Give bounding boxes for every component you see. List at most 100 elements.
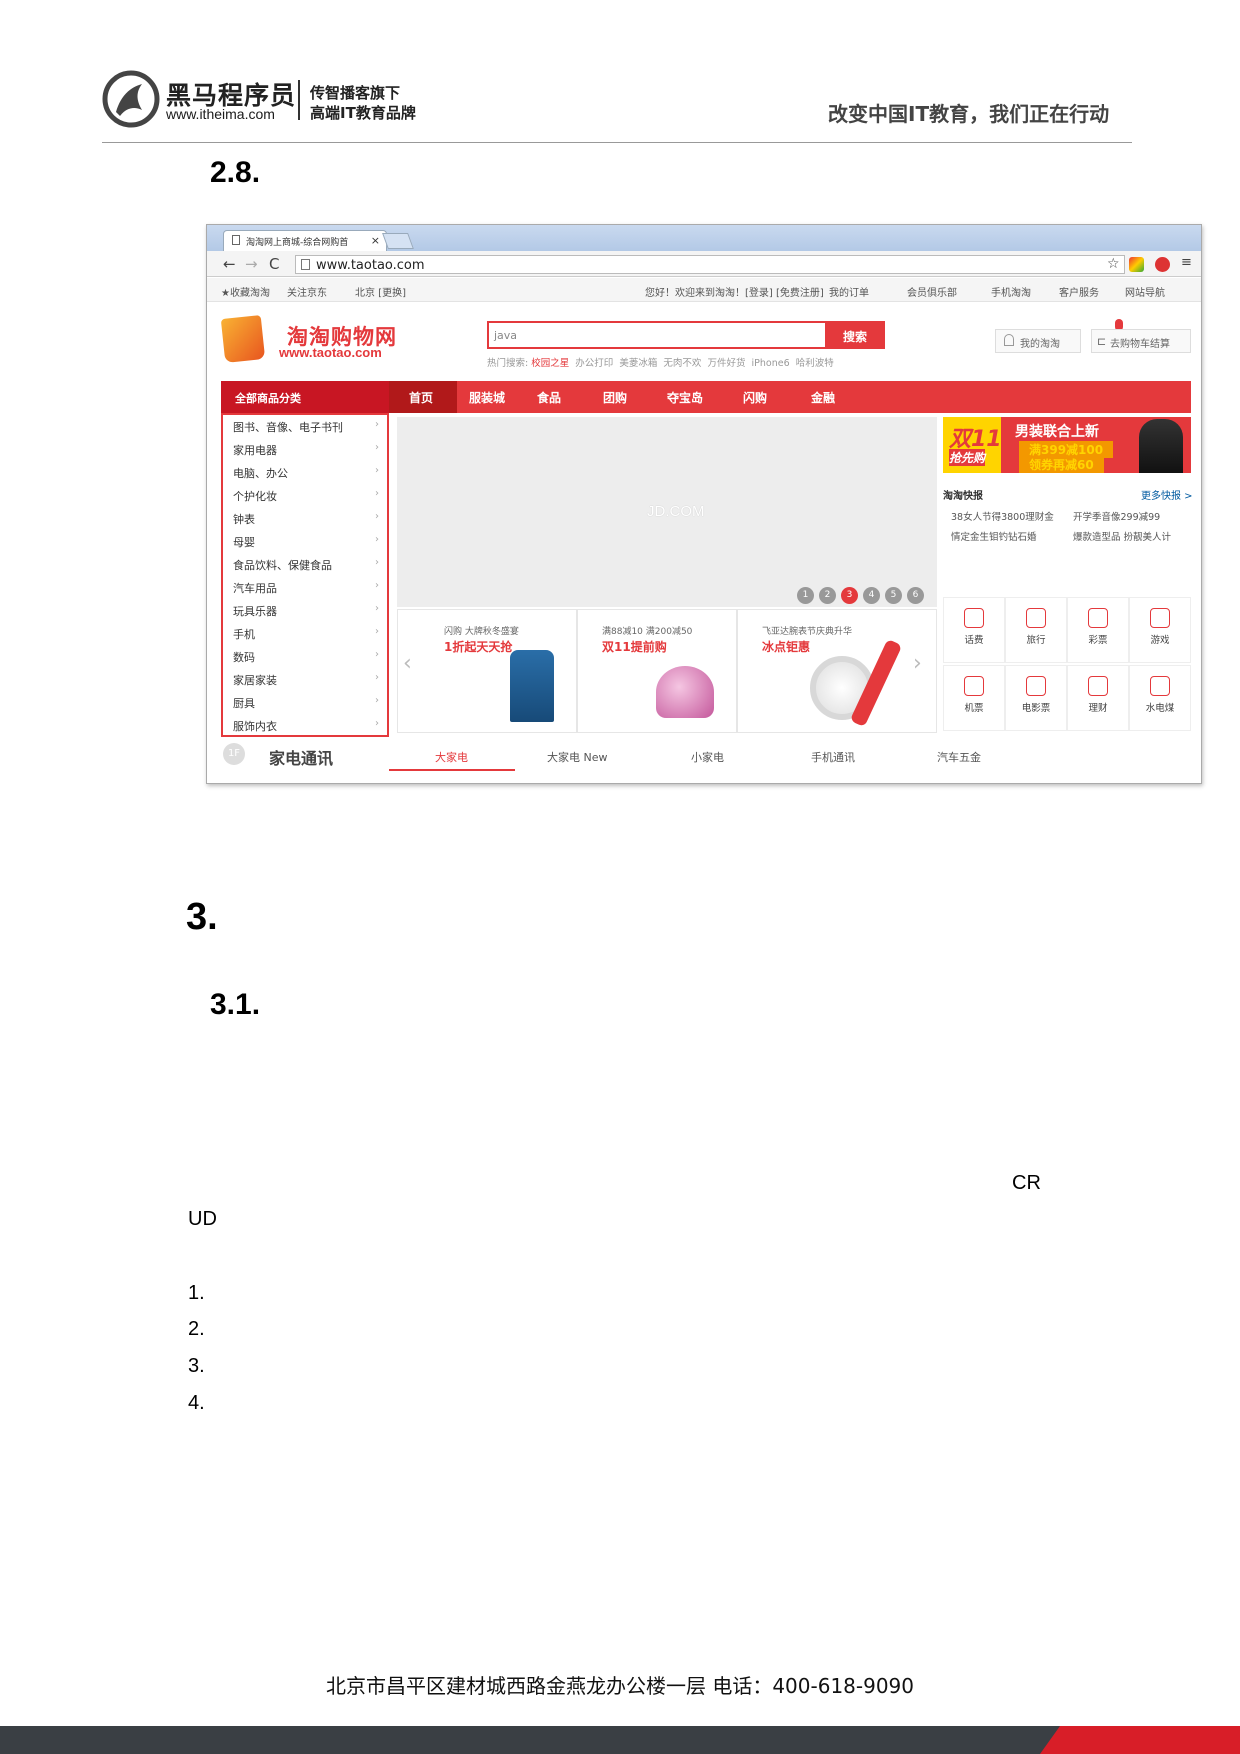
floor-tab[interactable]: 手机通讯	[811, 749, 855, 765]
banner-left-small: 抢先购	[949, 449, 986, 466]
news-item[interactable]: 38女人节得3800理财金	[951, 509, 1054, 523]
promo-card[interactable]: 满88减10 满200减50 双11提前购	[577, 609, 737, 733]
orders-link[interactable]: 我的订单	[829, 284, 869, 299]
service-item[interactable]: 电影票	[1005, 665, 1067, 731]
paragraph-fragment: UD	[188, 1208, 217, 1230]
nav-item[interactable]: 闪购	[743, 389, 767, 406]
nav-item[interactable]: 食品	[537, 389, 561, 406]
category-label: 个护化妆	[233, 490, 277, 503]
club-link[interactable]: 会员俱乐部	[907, 284, 957, 299]
service-item[interactable]: 彩票	[1067, 597, 1129, 663]
service-item[interactable]: 机票	[943, 665, 1005, 731]
search-button[interactable]: 搜索	[825, 321, 885, 349]
hot-word[interactable]: 哈利波特	[796, 358, 834, 369]
chevron-right-icon: ›	[375, 580, 379, 591]
nav-item[interactable]: 夺宝岛	[667, 389, 703, 406]
list-item-number: 4.	[188, 1392, 205, 1414]
category-label: 汽车用品	[233, 582, 277, 595]
chevron-left-icon[interactable]: ‹	[403, 651, 412, 676]
floor-tab[interactable]: 汽车五金	[937, 749, 981, 765]
url-input[interactable]: www.taotao.com	[295, 255, 1125, 274]
news-item[interactable]: 爆款造型品 扮靓美人计	[1073, 529, 1171, 543]
cart-button[interactable]: ⊏ 去购物车结算	[1091, 329, 1191, 353]
slider-dot[interactable]: 1	[797, 587, 814, 604]
chevron-right-icon: ›	[375, 488, 379, 499]
nav-item[interactable]: 首页	[409, 389, 433, 406]
hot-word[interactable]: 万件好货	[707, 358, 745, 369]
hot-word[interactable]: iPhone6	[752, 358, 790, 369]
floor-tab[interactable]: 大家电 New	[547, 749, 608, 765]
menu-icon[interactable]: ≡	[1181, 255, 1192, 270]
coin-icon	[1150, 676, 1170, 696]
extension-icon[interactable]	[1155, 257, 1170, 272]
page-icon	[301, 259, 310, 270]
chevron-right-icon: ›	[375, 672, 379, 683]
news-more-link[interactable]: 更多快报 >	[1141, 487, 1193, 502]
promo-card[interactable]: 飞亚达腕表节庆典升华 冰点钜惠	[737, 609, 937, 733]
extension-icon[interactable]	[1129, 257, 1144, 272]
news-item[interactable]: 情定金生钼钓钻石婚	[951, 529, 1037, 543]
news-item[interactable]: 开学季音像299减99	[1073, 509, 1160, 523]
promo-card[interactable]: 闪购 大牌秋冬盛宴 1折起天天抢	[397, 609, 577, 733]
chevron-right-icon: ›	[375, 626, 379, 637]
footer-accent	[1040, 1726, 1240, 1754]
hot-word[interactable]: 校园之星	[531, 358, 569, 369]
url-text: www.taotao.com	[316, 258, 425, 273]
tab-close-icon[interactable]: ×	[371, 234, 380, 247]
service-label: 旅行	[1026, 635, 1046, 646]
brand-url: www.itheima.com	[166, 106, 275, 122]
chevron-right-icon: ›	[375, 442, 379, 453]
service-link[interactable]: 客户服务	[1059, 284, 1099, 299]
nav-item[interactable]: 金融	[811, 389, 835, 406]
slider-dot[interactable]: 6	[907, 587, 924, 604]
category-label: 家居家装	[233, 674, 277, 687]
service-label: 理财	[1088, 703, 1108, 714]
model-image	[1139, 419, 1183, 473]
taotao-screenshot: 淘淘网上商城-综合网购首 × ← → C www.taotao.com ☆ ≡ …	[206, 224, 1202, 784]
mobile-link[interactable]: 手机淘淘	[991, 284, 1031, 299]
welcome-text[interactable]: 您好！欢迎来到淘淘！[登录] [免费注册]	[645, 284, 824, 299]
service-item[interactable]: 水电煤	[1129, 665, 1191, 731]
follow-link[interactable]: 关注京东	[287, 284, 327, 299]
back-icon[interactable]: ←	[223, 255, 236, 273]
slider-dot[interactable]: 2	[819, 587, 836, 604]
hot-word[interactable]: 美菱冰箱	[619, 358, 657, 369]
search-input[interactable]: java	[487, 321, 827, 349]
hot-word[interactable]: 无肉不欢	[663, 358, 701, 369]
reload-icon[interactable]: C	[269, 255, 279, 273]
star-icon[interactable]: ☆	[1107, 256, 1120, 272]
browser-tab[interactable]: 淘淘网上商城-综合网购首 ×	[223, 230, 387, 251]
service-item[interactable]: 游戏	[1129, 597, 1191, 663]
floor-tab[interactable]: 大家电	[435, 749, 468, 765]
my-account-button[interactable]: 我的淘淘	[995, 329, 1081, 353]
category-list: 图书、音像、电子书刊 › 家用电器 › 电脑、办公 › 个护化妆 › 钟表 › 母婴 › 食…	[221, 413, 389, 737]
nav-item[interactable]: 团购	[603, 389, 627, 406]
service-item[interactable]: 理财	[1067, 665, 1129, 731]
all-categories[interactable]: 全部商品分类	[221, 381, 389, 413]
slider-dot-active[interactable]: 3	[841, 587, 858, 604]
slider-logo: JD.COM	[647, 503, 705, 520]
sitenav-link[interactable]: 网站导航	[1125, 284, 1165, 299]
side-banner[interactable]: 双11 抢先购 男装联合上新 满399减100 领券再减60	[943, 417, 1191, 473]
banner-title: 男装联合上新	[1015, 424, 1099, 440]
chevron-right-icon: ›	[375, 695, 379, 706]
service-item[interactable]: 话费	[943, 597, 1005, 663]
new-tab-button[interactable]	[382, 233, 414, 249]
heading-3-1: 3.1.	[210, 988, 261, 1021]
fav-link[interactable]: ★收藏淘淘	[221, 284, 270, 299]
forward-icon[interactable]: →	[245, 255, 258, 273]
slider-dot[interactable]: 4	[863, 587, 880, 604]
category-label: 钟表	[233, 513, 255, 526]
chevron-right-icon[interactable]: ›	[913, 651, 922, 676]
hot-word[interactable]: 办公打印	[575, 358, 613, 369]
slider-dot[interactable]: 5	[885, 587, 902, 604]
service-item[interactable]: 旅行	[1005, 597, 1067, 663]
nav-item[interactable]: 服装城	[469, 389, 505, 406]
service-label: 彩票	[1088, 635, 1108, 646]
category-label: 手机	[233, 628, 255, 641]
list-item-number: 1.	[188, 1282, 205, 1304]
site-url[interactable]: www.taotao.com	[279, 345, 382, 360]
location-link[interactable]: 北京 [更换]	[355, 284, 406, 299]
category-label: 服饰内衣	[233, 720, 277, 733]
floor-tab[interactable]: 小家电	[691, 749, 724, 765]
